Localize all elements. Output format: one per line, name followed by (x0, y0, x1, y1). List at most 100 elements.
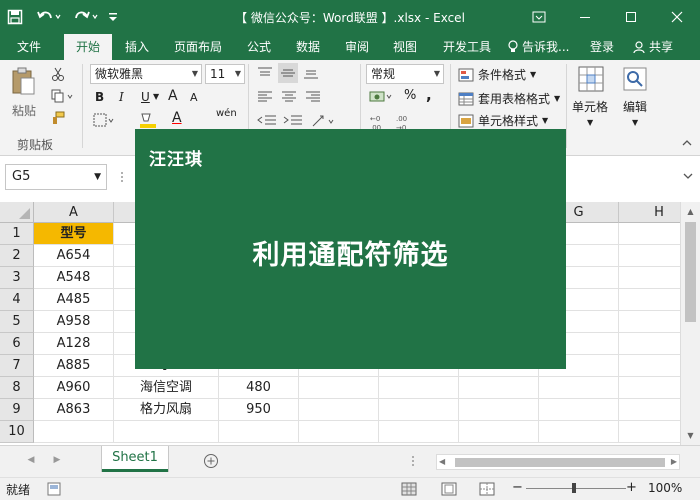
cell-a5[interactable]: A958 (34, 311, 114, 333)
borders-icon[interactable] (92, 112, 116, 128)
ribbon-display-options-icon[interactable] (516, 0, 562, 34)
login-link[interactable]: 登录 (584, 34, 620, 60)
increase-font-button[interactable]: A (168, 88, 178, 104)
cell-a2[interactable]: A654 (34, 245, 114, 267)
row-header-4[interactable]: 4 (0, 289, 34, 311)
tab-home[interactable]: 开始 (64, 34, 112, 60)
tab-formulas[interactable]: 公式 (236, 34, 282, 60)
tab-insert[interactable]: 插入 (114, 34, 160, 60)
font-name-select[interactable]: 微软雅黑 ▼ (90, 64, 202, 84)
minimize-icon[interactable] (562, 0, 608, 34)
zoom-slider[interactable] (526, 483, 626, 493)
decrease-indent-icon[interactable] (256, 112, 278, 130)
search-icon[interactable] (620, 64, 650, 94)
chevron-down-icon[interactable]: ▼ (153, 92, 159, 101)
row-header-9[interactable]: 9 (0, 399, 34, 421)
horizontal-scrollbar[interactable]: ◀ ▶ (436, 454, 680, 470)
fill-color-icon[interactable] (136, 110, 160, 130)
paste-icon[interactable] (8, 66, 38, 98)
percent-style-button[interactable]: % (404, 88, 416, 103)
align-bottom-icon[interactable] (302, 64, 320, 82)
number-format-select[interactable]: 常规 ▼ (366, 64, 444, 84)
scroll-right-icon[interactable]: ▶ (671, 455, 677, 469)
row-header-5[interactable]: 5 (0, 311, 34, 333)
tab-split-grip-icon[interactable] (408, 454, 418, 468)
undo-icon[interactable] (30, 0, 68, 34)
cells-icon[interactable] (576, 64, 606, 94)
cell-h2[interactable] (619, 245, 680, 267)
cell-a9[interactable]: A863 (34, 399, 114, 421)
sheet-tab-sheet1[interactable]: Sheet1 (102, 446, 168, 472)
cell-h6[interactable] (619, 333, 680, 355)
zoom-slider-thumb[interactable] (572, 483, 576, 493)
cell-a4[interactable]: A485 (34, 289, 114, 311)
underline-button[interactable]: U (141, 90, 150, 104)
cell-a6[interactable]: A128 (34, 333, 114, 355)
zoom-out-button[interactable]: − (512, 480, 523, 495)
cell-c9[interactable]: 950 (219, 399, 299, 421)
cell-f8[interactable] (459, 377, 539, 399)
copy-icon[interactable] (50, 88, 76, 104)
cell-f9[interactable] (459, 399, 539, 421)
scroll-down-icon[interactable]: ▼ (681, 428, 700, 444)
cell-h10[interactable] (619, 421, 680, 443)
cell-h7[interactable] (619, 355, 680, 377)
format-painter-icon[interactable] (50, 110, 66, 126)
cell-d9[interactable] (299, 399, 379, 421)
prev-sheet-icon[interactable]: ◀ (24, 453, 38, 467)
tab-data[interactable]: 数据 (285, 34, 331, 60)
cells-label[interactable]: 单元格 (572, 98, 608, 115)
zoom-in-button[interactable]: + (626, 480, 637, 495)
align-left-icon[interactable] (256, 88, 274, 106)
tab-developer[interactable]: 开发工具 (432, 34, 502, 60)
align-right-icon[interactable] (304, 88, 322, 106)
align-top-icon[interactable] (256, 64, 274, 82)
share-button[interactable]: 共享 (624, 34, 682, 60)
comma-style-button[interactable]: , (426, 86, 432, 104)
cut-icon[interactable] (50, 66, 66, 82)
conditional-formatting-button[interactable]: 条件格式 ▼ (458, 66, 536, 83)
normal-view-icon[interactable] (400, 481, 418, 497)
paste-label[interactable]: 粘贴 (12, 102, 36, 119)
scroll-up-icon[interactable]: ▲ (681, 204, 700, 220)
cell-h8[interactable] (619, 377, 680, 399)
cell-a10[interactable] (34, 421, 114, 443)
accounting-format-icon[interactable] (368, 88, 396, 106)
row-header-1[interactable]: 1 (0, 223, 34, 245)
add-sheet-icon[interactable] (202, 452, 220, 470)
vertical-scrollbar[interactable]: ▲ ▼ (680, 202, 700, 445)
phonetic-button[interactable]: wén (216, 108, 237, 119)
cell-a7[interactable]: A885 (34, 355, 114, 377)
cell-g9[interactable] (539, 399, 619, 421)
maximize-icon[interactable] (608, 0, 654, 34)
row-header-8[interactable]: 8 (0, 377, 34, 399)
row-header-6[interactable]: 6 (0, 333, 34, 355)
redo-icon[interactable] (68, 0, 104, 34)
orientation-icon[interactable] (310, 112, 338, 130)
tab-view[interactable]: 视图 (382, 34, 428, 60)
column-header-a[interactable]: A (34, 202, 114, 223)
decrease-font-button[interactable]: A (190, 91, 198, 104)
cell-c10[interactable] (219, 421, 299, 443)
cell-h9[interactable] (619, 399, 680, 421)
close-icon[interactable] (654, 0, 700, 34)
chevron-down-icon[interactable]: ▼ (587, 118, 593, 127)
customize-qat-icon[interactable] (104, 0, 122, 34)
font-color-button[interactable]: A (172, 110, 182, 126)
cell-b8[interactable]: 海信空调 (114, 377, 219, 399)
cell-e10[interactable] (379, 421, 459, 443)
cell-b9[interactable]: 格力风扇 (114, 399, 219, 421)
tab-file[interactable]: 文件 (6, 34, 52, 60)
cell-e9[interactable] (379, 399, 459, 421)
hscroll-thumb[interactable] (455, 458, 665, 467)
increase-indent-icon[interactable] (282, 112, 304, 130)
format-as-table-button[interactable]: 套用表格格式 ▼ (458, 90, 560, 107)
cell-h3[interactable] (619, 267, 680, 289)
cell-g10[interactable] (539, 421, 619, 443)
page-layout-view-icon[interactable] (440, 481, 458, 497)
row-header-10[interactable]: 10 (0, 421, 34, 443)
name-box[interactable]: G5 ▼ (5, 164, 107, 190)
cell-styles-button[interactable]: 单元格样式 ▼ (458, 112, 548, 129)
row-header-7[interactable]: 7 (0, 355, 34, 377)
chevron-down-icon[interactable]: ▼ (632, 118, 638, 127)
